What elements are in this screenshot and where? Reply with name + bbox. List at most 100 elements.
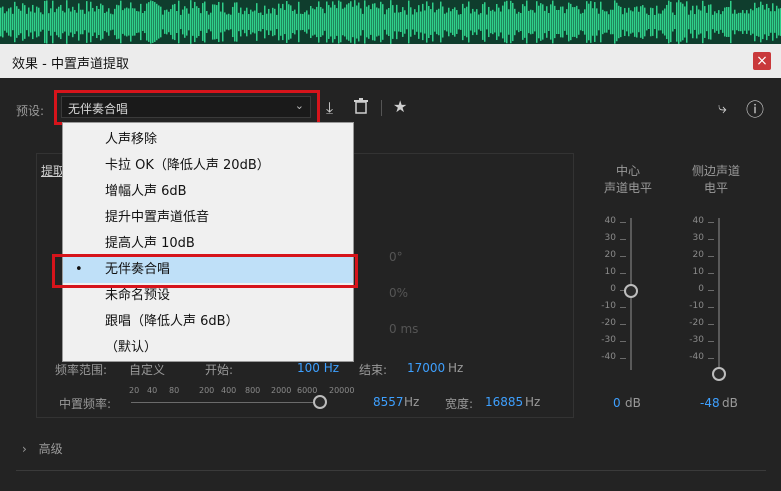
side-level-tick-label: 20: [692, 250, 704, 260]
routing-icon[interactable]: ⤷: [718, 98, 727, 118]
waveform-bar: [678, 0, 680, 44]
preset-option[interactable]: 卡拉 OK（降低人声 20dB）: [63, 153, 353, 179]
side-level-slider[interactable]: 40 30 20 10 0 -10 -20 -30 -40: [684, 216, 754, 382]
waveform-bar: [492, 9, 494, 35]
trash-icon[interactable]: [354, 98, 368, 118]
waveform-bar: [646, 13, 648, 31]
waveform-bar: [128, 8, 130, 36]
waveform-bar: [434, 12, 436, 32]
waveform-bar: [626, 12, 628, 32]
waveform-bar: [438, 8, 440, 36]
info-icon[interactable]: ⓘ: [746, 96, 764, 122]
freq-scale-tick: 2000: [271, 386, 292, 395]
waveform-bar: [302, 13, 304, 31]
waveform-bar: [204, 1, 206, 43]
freq-range-value[interactable]: 自定义: [129, 361, 165, 378]
side-level-tick-label: 40: [692, 216, 704, 226]
waveform-bar: [374, 3, 376, 41]
waveform-bar: [522, 4, 524, 40]
waveform-bar: [680, 2, 682, 42]
width-value[interactable]: 16885: [485, 395, 523, 409]
waveform-bar: [486, 14, 488, 30]
waveform-bar: [344, 7, 346, 37]
waveform-bar: [708, 4, 710, 40]
side-level-knob[interactable]: [712, 367, 726, 382]
waveform-bar: [474, 11, 476, 33]
center-level-value[interactable]: 0: [613, 396, 621, 410]
slider-knob[interactable]: [313, 395, 327, 409]
preset-option[interactable]: 提升中置声道低音: [63, 205, 353, 231]
waveform-bar: [672, 12, 674, 32]
waveform-bar: [418, 5, 420, 39]
waveform-bar: [702, 0, 704, 44]
side-level-track: [718, 218, 720, 370]
preset-option[interactable]: 人声移除: [63, 127, 353, 153]
waveform-bar: [242, 14, 244, 30]
center-freq-value[interactable]: 8557: [373, 395, 404, 409]
width-unit: Hz: [525, 395, 541, 409]
waveform-bar: [454, 7, 456, 37]
waveform-bar: [606, 11, 608, 33]
close-button[interactable]: ×: [753, 52, 771, 70]
preset-option[interactable]: 跟唱（降低人声 6dB）: [63, 309, 353, 335]
waveform-bar: [122, 10, 124, 34]
center-freq-unit: Hz: [404, 395, 420, 409]
faded-value-delay: 0 ms: [389, 322, 419, 336]
waveform-bar: [754, 2, 756, 42]
center-level-tick-label: 30: [604, 233, 616, 243]
waveform-bar: [114, 8, 116, 36]
waveform-bar: [78, 3, 80, 41]
center-freq-slider[interactable]: 20 40 80 200 400 800 2000 6000 20000: [129, 386, 361, 409]
side-meter-title: 侧边声道 电平: [684, 162, 748, 196]
waveform-bar: [772, 3, 774, 41]
waveform-bar: [592, 8, 594, 36]
waveform-bar: [162, 14, 164, 30]
center-level-tick-label: 10: [604, 267, 616, 277]
advanced-toggle[interactable]: › 高级: [22, 440, 63, 457]
preset-option[interactable]: （默认）: [63, 335, 353, 361]
waveform-bar: [2, 6, 4, 38]
waveform-bar: [610, 9, 612, 35]
waveform-bar: [608, 14, 610, 30]
waveform-bar: [408, 0, 410, 44]
center-level-slider[interactable]: 40 30 20 10 0 -10 -20 -30 -40: [596, 216, 666, 378]
highlight-box-preset: [54, 90, 320, 125]
waveform-bar: [168, 11, 170, 33]
waveform-bar: [748, 13, 750, 31]
waveform-bar: [238, 12, 240, 32]
waveform-bar: [648, 14, 650, 30]
waveform-bar: [676, 2, 678, 42]
waveform-bar: [444, 13, 446, 31]
side-level-value[interactable]: -48: [700, 396, 720, 410]
waveform-bar: [564, 13, 566, 31]
waveform-bar: [328, 5, 330, 39]
preset-option[interactable]: 增幅人声 6dB: [63, 179, 353, 205]
waveform-bar: [582, 12, 584, 32]
waveform-bar: [366, 6, 368, 38]
star-icon[interactable]: ★: [393, 97, 407, 116]
waveform-bar: [744, 13, 746, 31]
start-value[interactable]: 100 Hz: [297, 361, 339, 375]
waveform-bar: [336, 8, 338, 36]
waveform-bar: [314, 9, 316, 35]
side-level-tick-mark: [708, 307, 714, 308]
center-level-tick-label: 20: [604, 250, 616, 260]
waveform-bar: [174, 3, 176, 41]
waveform-bar: [612, 9, 614, 35]
end-value[interactable]: 17000: [407, 361, 445, 375]
waveform-bar: [558, 9, 560, 35]
waveform-bar: [56, 8, 58, 36]
waveform-bar: [578, 9, 580, 35]
center-level-tick-mark: [620, 239, 626, 240]
waveform-bar: [34, 12, 36, 32]
waveform-bar: [508, 9, 510, 35]
center-level-knob[interactable]: [624, 284, 638, 298]
waveform-bar: [502, 5, 504, 39]
waveform-bar: [296, 13, 298, 31]
download-icon[interactable]: ⤓: [326, 98, 333, 118]
waveform-bar: [356, 5, 358, 39]
waveform-bar: [720, 14, 722, 30]
waveform-bar: [518, 11, 520, 33]
waveform-bar: [716, 13, 718, 31]
side-meter-title-line2: 电平: [703, 181, 728, 195]
